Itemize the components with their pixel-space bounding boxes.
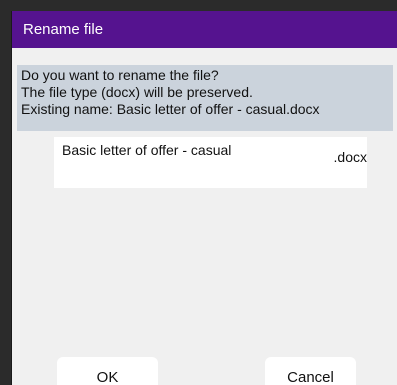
dialog-title: Rename file <box>12 11 397 48</box>
rename-file-dialog: Rename file Do you want to rename the fi… <box>11 11 397 385</box>
message-line-existing-name: Existing name: Basic letter of offer - c… <box>21 101 320 117</box>
cancel-button[interactable]: Cancel <box>265 357 356 385</box>
message-line-filetype: The file type (docx) will be preserved. <box>21 84 253 100</box>
message-line-question: Do you want to rename the file? <box>21 67 219 83</box>
file-extension-label: .docx <box>333 149 367 165</box>
filename-field-container: .docx <box>54 137 367 188</box>
filename-input[interactable] <box>62 140 292 160</box>
dialog-message: Do you want to rename the file? The file… <box>17 65 393 131</box>
ok-button[interactable]: OK <box>57 357 158 385</box>
